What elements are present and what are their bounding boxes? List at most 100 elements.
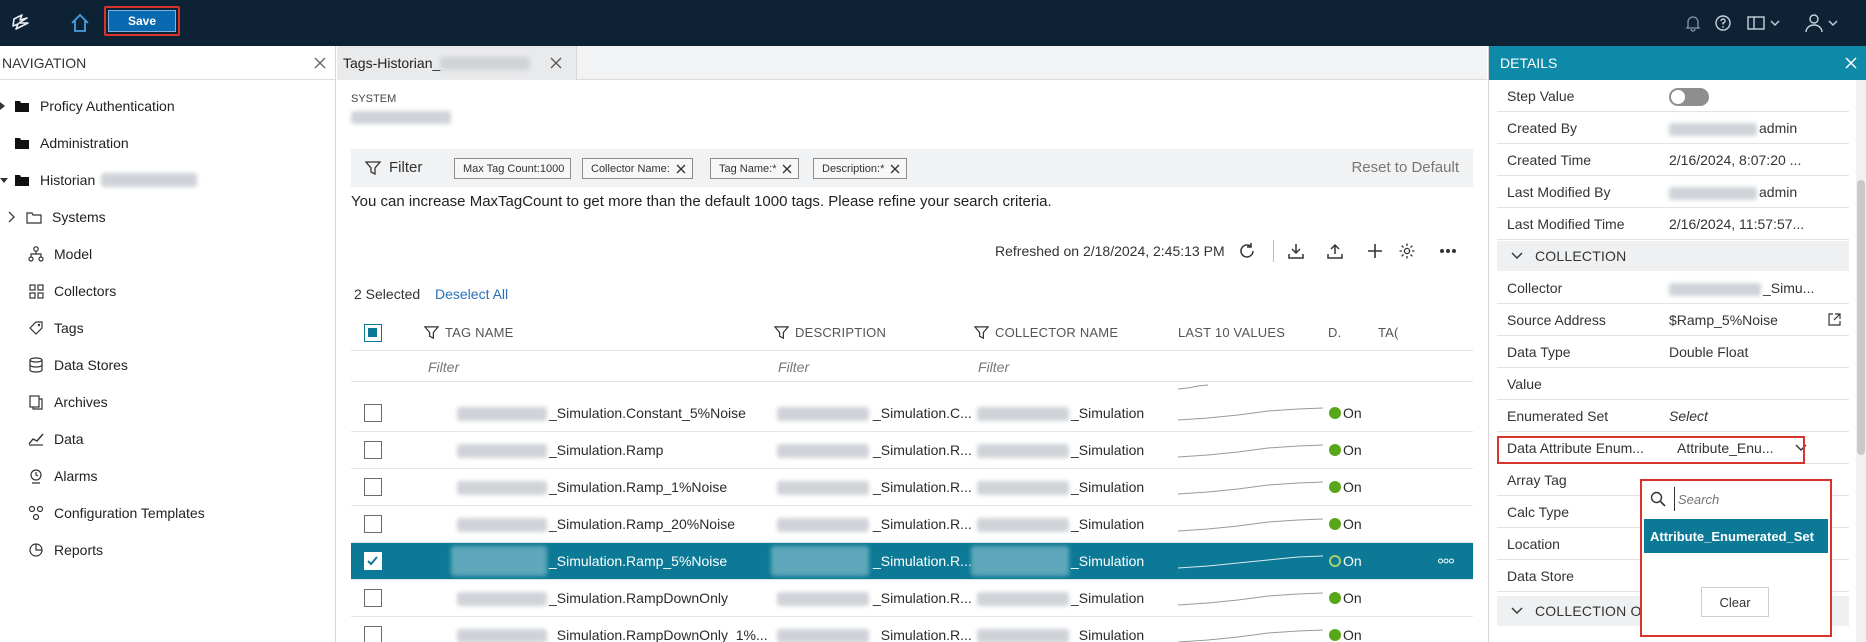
deselect-all-link[interactable]: Deselect All	[435, 286, 508, 302]
table-row[interactable]: _Simulation.RampDownOnly _Simulation.R..…	[351, 580, 1473, 617]
collector-filter-input[interactable]: Filter	[978, 359, 1009, 375]
layout-menu-icon[interactable]	[1744, 8, 1788, 38]
enumerated-set-select[interactable]: Select	[1669, 408, 1708, 424]
reset-to-default-button[interactable]: Reset to Default	[1351, 159, 1459, 176]
table-row[interactable]: _Simulation.Constant_5%Noise _Simulation…	[351, 395, 1473, 432]
nav-item-collectors[interactable]: Collectors	[26, 271, 116, 311]
more-options-icon[interactable]	[1437, 240, 1459, 262]
nav-item-alarms[interactable]: Alarms	[26, 456, 98, 496]
detail-row-step-value: Step Value	[1497, 80, 1849, 112]
row-checkbox[interactable]	[364, 515, 382, 533]
collector-value: _Simu...	[1763, 280, 1815, 296]
chip-tag-name[interactable]: Tag Name:*	[710, 158, 800, 179]
remove-chip-icon[interactable]	[890, 164, 900, 174]
filter-toggle[interactable]: Filter	[365, 159, 422, 176]
nav-item-systems[interactable]: Systems	[8, 197, 106, 237]
filter-funnel-icon	[365, 160, 381, 176]
app-logo-icon[interactable]	[6, 8, 36, 38]
table-row[interactable]: _Simulation.Ramp _Simulation.R... _Simul…	[351, 432, 1473, 469]
table-row-selected[interactable]: _Simulation.Ramp_5%Noise _Simulation.R..…	[351, 543, 1473, 580]
redacted-text	[977, 518, 1069, 532]
open-external-icon[interactable]	[1827, 312, 1842, 327]
select-all-checkbox[interactable]	[364, 324, 382, 342]
details-scrollbar[interactable]	[1856, 80, 1866, 642]
column-header-ta[interactable]: TA(	[1378, 325, 1399, 340]
description-cell: _Simulation.R...	[873, 590, 972, 606]
column-filter-icon[interactable]	[974, 325, 989, 340]
save-button[interactable]: Save	[108, 10, 176, 32]
column-header-last-10-values[interactable]: LAST 10 VALUES	[1178, 325, 1285, 340]
column-header-collector-name[interactable]: COLLECTOR NAME	[974, 325, 1118, 340]
row-checkbox[interactable]	[364, 441, 382, 459]
column-filter-icon[interactable]	[774, 325, 789, 340]
tag-name-cell: _Simulation.Constant_5%Noise	[549, 405, 746, 421]
refreshed-timestamp: Refreshed on 2/18/2024, 2:45:13 PM	[995, 243, 1225, 259]
row-checkbox[interactable]	[364, 589, 382, 607]
add-icon[interactable]	[1364, 240, 1386, 262]
close-tab-icon[interactable]	[550, 57, 562, 69]
step-value-toggle[interactable]	[1669, 88, 1709, 106]
chip-description[interactable]: Description:*	[813, 158, 908, 179]
collector-cell: _Simulation	[1071, 627, 1145, 642]
column-header-d[interactable]: D.	[1328, 325, 1341, 340]
dropdown-option-attribute-enumerated-set[interactable]: Attribute_Enumerated_Set	[1644, 519, 1828, 553]
redacted-text	[457, 444, 547, 458]
close-details-icon[interactable]	[1844, 56, 1858, 70]
user-menu-icon[interactable]	[1802, 8, 1846, 38]
column-header-description[interactable]: DESCRIPTION	[774, 325, 886, 340]
nav-item-administration[interactable]: Administration	[12, 123, 129, 163]
table-row[interactable]: _Simulation.Ramp_1%Noise _Simulation.R..…	[351, 469, 1473, 506]
chip-max-tag-count[interactable]: Max Tag Count:1000	[454, 158, 572, 179]
expand-arrow-icon[interactable]	[0, 102, 6, 110]
status-text: On	[1343, 442, 1362, 458]
row-checkbox[interactable]	[364, 626, 382, 642]
status-on-icon	[1329, 629, 1341, 641]
remove-chip-icon[interactable]	[676, 164, 686, 174]
tag-name-filter-input[interactable]: Filter	[428, 359, 459, 375]
sparkline	[1178, 514, 1323, 534]
row-checkbox-checked[interactable]	[364, 552, 382, 570]
nav-item-historian[interactable]: Historian	[0, 160, 198, 200]
max-tag-info-text: You can increase MaxTagCount to get more…	[351, 193, 1052, 210]
redacted-text	[971, 546, 1069, 576]
chip-collector-name[interactable]: Collector Name:	[582, 158, 693, 179]
scrollbar-thumb[interactable]	[1857, 180, 1865, 455]
folder-icon	[12, 174, 32, 186]
navigation-header: NAVIGATION	[0, 46, 335, 80]
close-navigation-icon[interactable]	[313, 56, 327, 70]
settings-gear-icon[interactable]	[1396, 240, 1418, 262]
download-icon[interactable]	[1285, 240, 1307, 262]
nav-item-model[interactable]: Model	[26, 234, 92, 274]
home-icon[interactable]	[65, 8, 95, 38]
nav-item-data-stores[interactable]: Data Stores	[26, 345, 128, 385]
column-header-tag-name[interactable]: TAG NAME	[424, 325, 514, 340]
refresh-icon[interactable]	[1236, 240, 1258, 262]
nav-item-archives[interactable]: Archives	[26, 382, 108, 422]
column-filter-icon[interactable]	[424, 325, 439, 340]
table-row[interactable]: _Simulation.Ramp_20%Noise _Simulation.R.…	[351, 506, 1473, 543]
help-icon[interactable]	[1708, 8, 1738, 38]
row-checkbox[interactable]	[364, 404, 382, 422]
notification-bell-icon[interactable]	[1678, 8, 1708, 38]
nav-item-reports[interactable]: Reports	[26, 530, 103, 570]
table-row[interactable]: _Simulation.RampDownOnly_1%... _Simulati…	[351, 617, 1473, 642]
clear-button[interactable]: Clear	[1701, 587, 1769, 617]
column-header-label: COLLECTOR NAME	[995, 325, 1119, 340]
description-filter-input[interactable]: Filter	[778, 359, 809, 375]
nav-item-proficy-authentication[interactable]: Proficy Authentication	[0, 86, 175, 126]
nav-item-configuration-templates[interactable]: Configuration Templates	[26, 493, 205, 533]
upload-icon[interactable]	[1324, 240, 1346, 262]
row-more-options-icon[interactable]	[1438, 558, 1454, 564]
detail-key: Data Store	[1507, 568, 1574, 584]
expand-chevron-icon[interactable]	[8, 211, 18, 223]
redacted-text	[777, 407, 869, 421]
dropdown-search-input[interactable]	[1674, 487, 1822, 511]
collapse-arrow-icon[interactable]	[0, 176, 8, 184]
tab-tags-historian[interactable]: Tags-Historian_	[337, 46, 577, 80]
nav-item-data[interactable]: Data	[26, 419, 84, 459]
row-checkbox[interactable]	[364, 478, 382, 496]
detail-key: Location	[1507, 536, 1560, 552]
nav-item-tags[interactable]: Tags	[26, 308, 84, 348]
section-collection[interactable]: COLLECTION	[1497, 241, 1849, 271]
remove-chip-icon[interactable]	[782, 164, 792, 174]
